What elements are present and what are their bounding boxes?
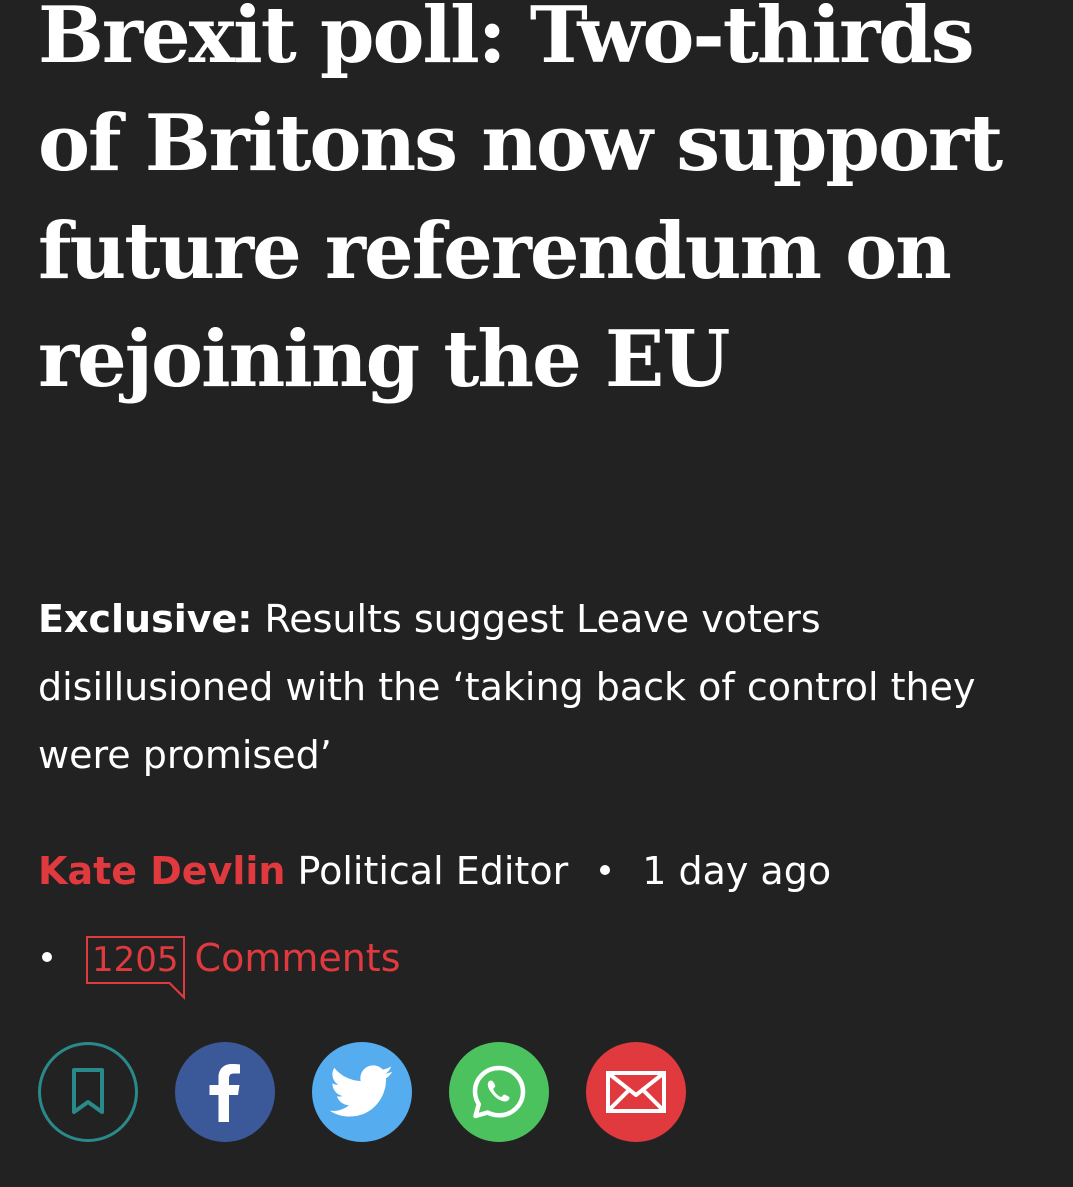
byline: Kate Devlin Political Editor 1 day ago: [38, 843, 831, 899]
facebook-icon: [209, 1064, 240, 1122]
comment-count-badge: 1205: [86, 936, 185, 1000]
separator-dot: [600, 864, 611, 875]
share-bar: [38, 1042, 686, 1142]
article-header: Brexit poll: Two-thirds of Britons now s…: [38, 0, 1058, 1142]
facebook-share-button[interactable]: [175, 1042, 275, 1142]
twitter-share-button[interactable]: [312, 1042, 412, 1142]
article-headline: Brexit poll: Two-thirds of Britons now s…: [38, 0, 1003, 405]
bookmark-icon: [72, 1068, 104, 1114]
twitter-icon: [330, 1065, 393, 1117]
author-role: Political Editor: [285, 849, 569, 893]
publish-time: 1 day ago: [642, 849, 832, 893]
email-share-button[interactable]: [586, 1042, 686, 1142]
email-icon: [606, 1071, 666, 1113]
bookmark-button[interactable]: [38, 1042, 138, 1142]
whatsapp-icon: [472, 1065, 526, 1119]
comments-row: 1205 Comments: [38, 930, 401, 1000]
comments-label: Comments: [194, 936, 401, 980]
whatsapp-share-button[interactable]: [449, 1042, 549, 1142]
comments-link[interactable]: 1205 Comments: [86, 930, 401, 1000]
standfirst-label: Exclusive:: [38, 597, 253, 641]
article-standfirst: Exclusive: Results suggest Leave voters …: [38, 585, 1038, 789]
separator-dot: [42, 951, 52, 962]
author-link[interactable]: Kate Devlin: [38, 849, 285, 893]
